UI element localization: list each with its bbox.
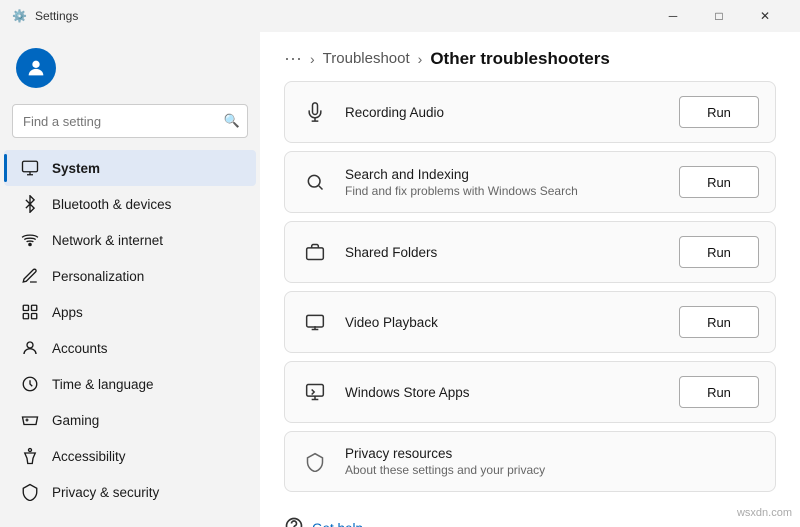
ts-text-video-playback: Video Playback <box>345 315 663 330</box>
ts-desc-search-indexing: Find and fix problems with Windows Searc… <box>345 184 663 198</box>
ts-title-search-indexing: Search and Indexing <box>345 167 663 182</box>
gaming-icon <box>20 410 40 430</box>
network-icon <box>20 230 40 250</box>
sidebar-item-gaming[interactable]: Gaming <box>4 402 256 438</box>
content-area: ··· › Troubleshoot › Other troubleshoote… <box>260 32 800 527</box>
apps-icon <box>20 302 40 322</box>
ts-text-search-indexing: Search and Indexing Find and fix problem… <box>345 167 663 198</box>
ts-item-privacy-resources: Privacy resources About these settings a… <box>284 431 776 492</box>
sidebar-item-label: Apps <box>52 305 83 320</box>
ts-title-recording-audio: Recording Audio <box>345 105 663 120</box>
video-playback-icon <box>301 308 329 336</box>
privacy-resources-icon <box>301 448 329 476</box>
sidebar-item-label: Accounts <box>52 341 108 356</box>
ts-item-video-playback: Video Playback Run <box>284 291 776 353</box>
sidebar-item-accessibility[interactable]: Accessibility <box>4 438 256 474</box>
breadcrumb-dots[interactable]: ··· <box>284 48 302 69</box>
get-help-link[interactable]: Get help <box>312 521 363 527</box>
search-icon: 🔍 <box>224 113 240 129</box>
ts-text-recording-audio: Recording Audio <box>345 105 663 120</box>
breadcrumb: ··· › Troubleshoot › Other troubleshoote… <box>260 32 800 81</box>
run-button-windows-store-apps[interactable]: Run <box>679 376 759 408</box>
run-button-video-playback[interactable]: Run <box>679 306 759 338</box>
privacy-icon <box>20 482 40 502</box>
sidebar-item-personalization[interactable]: Personalization <box>4 258 256 294</box>
ts-title-privacy-resources: Privacy resources <box>345 446 759 461</box>
sidebar: 🔍 System Bluetooth & devices Network & i… <box>0 32 260 527</box>
ts-title-video-playback: Video Playback <box>345 315 663 330</box>
close-button[interactable]: ✕ <box>742 0 788 32</box>
sidebar-item-system[interactable]: System <box>4 150 256 186</box>
app-title: Settings <box>35 9 78 23</box>
sidebar-item-label: Accessibility <box>52 449 126 464</box>
maximize-button[interactable]: □ <box>696 0 742 32</box>
run-button-shared-folders[interactable]: Run <box>679 236 759 268</box>
sidebar-item-accounts[interactable]: Accounts <box>4 330 256 366</box>
ts-item-windows-store-apps: Windows Store Apps Run <box>284 361 776 423</box>
windows-store-apps-icon <box>301 378 329 406</box>
sidebar-item-label: System <box>52 161 100 176</box>
titlebar: ⚙️ Settings ─ □ ✕ <box>0 0 800 32</box>
ts-text-shared-folders: Shared Folders <box>345 245 663 260</box>
ts-item-search-indexing: Search and Indexing Find and fix problem… <box>284 151 776 213</box>
ts-title-shared-folders: Shared Folders <box>345 245 663 260</box>
get-help-icon <box>284 516 304 527</box>
settings-icon: ⚙️ <box>12 9 27 23</box>
get-help-section: Get help <box>260 500 800 527</box>
watermark: wsxdn.com <box>737 507 792 519</box>
shared-folders-icon <box>301 238 329 266</box>
ts-item-recording-audio: Recording Audio Run <box>284 81 776 143</box>
sidebar-item-label: Bluetooth & devices <box>52 197 171 212</box>
sidebar-profile <box>0 40 260 104</box>
bluetooth-icon <box>20 194 40 214</box>
minimize-button[interactable]: ─ <box>650 0 696 32</box>
nav-list: System Bluetooth & devices Network & int… <box>0 150 260 510</box>
personalization-icon <box>20 266 40 286</box>
sidebar-item-privacy[interactable]: Privacy & security <box>4 474 256 510</box>
titlebar-title: ⚙️ Settings <box>12 9 78 23</box>
accounts-icon <box>20 338 40 358</box>
ts-item-shared-folders: Shared Folders Run <box>284 221 776 283</box>
breadcrumb-sep-1: › <box>310 51 315 67</box>
sidebar-item-apps[interactable]: Apps <box>4 294 256 330</box>
sidebar-item-time[interactable]: Time & language <box>4 366 256 402</box>
sidebar-item-network[interactable]: Network & internet <box>4 222 256 258</box>
app-body: 🔍 System Bluetooth & devices Network & i… <box>0 32 800 527</box>
breadcrumb-sep-2: › <box>418 51 423 67</box>
run-button-recording-audio[interactable]: Run <box>679 96 759 128</box>
ts-text-privacy-resources: Privacy resources About these settings a… <box>345 446 759 477</box>
ts-desc-privacy-resources: About these settings and your privacy <box>345 463 759 477</box>
ts-text-windows-store-apps: Windows Store Apps <box>345 385 663 400</box>
sidebar-item-bluetooth[interactable]: Bluetooth & devices <box>4 186 256 222</box>
recording-audio-icon <box>301 98 329 126</box>
avatar <box>16 48 56 88</box>
sidebar-item-label: Time & language <box>52 377 154 392</box>
sidebar-item-label: Gaming <box>52 413 99 428</box>
ts-title-windows-store-apps: Windows Store Apps <box>345 385 663 400</box>
troubleshooter-list: Recording Audio Run Search and Indexing … <box>260 81 800 500</box>
window-controls: ─ □ ✕ <box>650 0 788 32</box>
time-icon <box>20 374 40 394</box>
search-input[interactable] <box>12 104 248 138</box>
search-indexing-icon <box>301 168 329 196</box>
accessibility-icon <box>20 446 40 466</box>
breadcrumb-current: Other troubleshooters <box>430 49 609 69</box>
sidebar-item-label: Network & internet <box>52 233 163 248</box>
system-icon <box>20 158 40 178</box>
run-button-search-indexing[interactable]: Run <box>679 166 759 198</box>
breadcrumb-troubleshoot[interactable]: Troubleshoot <box>323 50 410 67</box>
sidebar-item-label: Personalization <box>52 269 144 284</box>
sidebar-item-label: Privacy & security <box>52 485 159 500</box>
search-box[interactable]: 🔍 <box>12 104 248 138</box>
